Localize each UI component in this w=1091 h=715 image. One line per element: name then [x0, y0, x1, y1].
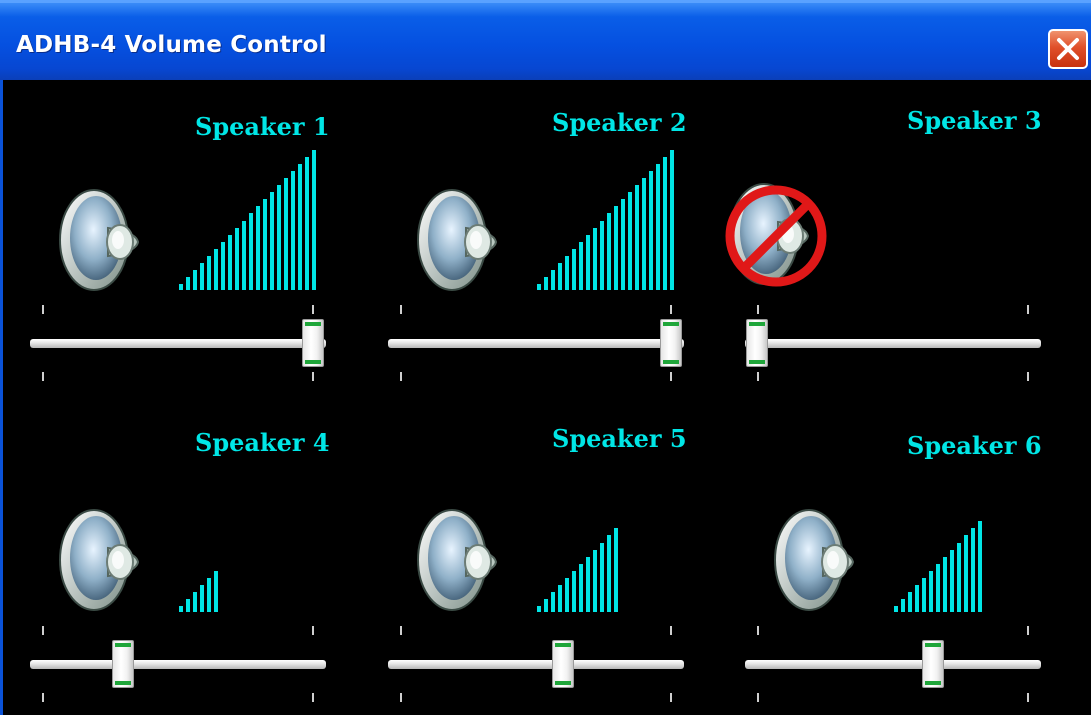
volume-level-bar [614, 528, 618, 612]
volume-level-bar [971, 528, 975, 612]
slider-tick [757, 693, 759, 702]
volume-level-bar [894, 606, 898, 612]
volume-level-bar [908, 591, 912, 612]
volume-level-bar [579, 241, 583, 290]
close-button[interactable] [1048, 29, 1088, 69]
speaker-label: Speaker 6 [907, 431, 1042, 460]
volume-slider-track[interactable] [30, 660, 326, 669]
volume-level-bar [544, 598, 548, 612]
volume-level-bar [544, 276, 548, 290]
speaker-icon[interactable] [765, 500, 855, 611]
volume-level-bar [207, 577, 211, 612]
slider-tick [1027, 372, 1029, 381]
slider-tick [42, 626, 44, 635]
volume-slider-thumb[interactable] [551, 640, 574, 688]
volume-level-bar [915, 584, 919, 612]
slider-tick [757, 372, 759, 381]
volume-slider-track[interactable] [745, 660, 1041, 669]
slider-tick [42, 693, 44, 702]
volume-level-bar [922, 577, 926, 612]
volume-level-bar [929, 570, 933, 612]
slider-tick [312, 372, 314, 381]
volume-level-bar [656, 164, 660, 290]
speaker-label: Speaker 3 [907, 106, 1042, 135]
volume-level-bar [978, 521, 982, 612]
volume-level-bar [964, 535, 968, 612]
slider-tick [400, 626, 402, 635]
volume-level-bar [586, 556, 590, 612]
volume-level-bar [600, 542, 604, 612]
volume-level-bar [179, 606, 183, 612]
volume-level-bar [600, 220, 604, 290]
slider-tick [670, 372, 672, 381]
slider-tick [670, 693, 672, 702]
volume-slider-thumb[interactable] [660, 319, 682, 367]
volume-level-bar [572, 570, 576, 612]
volume-level-bar [670, 150, 674, 290]
volume-level-bar [558, 262, 562, 290]
volume-level-bar [593, 549, 597, 612]
slider-tick [670, 626, 672, 635]
volume-level-bar [957, 542, 961, 612]
volume-level-bar [936, 563, 940, 612]
slider-tick [400, 372, 402, 381]
speaker-icon[interactable] [50, 500, 140, 611]
volume-level-bar [186, 598, 190, 612]
volume-level-bar [586, 234, 590, 290]
volume-level-bar [193, 591, 197, 612]
volume-slider-track[interactable] [30, 339, 326, 348]
speaker-panel-6: Speaker 6 [0, 0, 1042, 702]
muted-speaker-icon[interactable] [720, 174, 827, 287]
slider-tick [1027, 693, 1029, 702]
volume-slider-track[interactable] [388, 339, 684, 348]
volume-slider-thumb[interactable] [922, 640, 945, 688]
slider-tick [312, 626, 314, 635]
volume-level-bar [593, 227, 597, 290]
volume-slider-track[interactable] [745, 339, 1041, 348]
volume-level-bar [628, 192, 632, 290]
volume-control-window: ADHB-4 Volume Control Speaker 1 Speaker 2… [0, 0, 1091, 715]
volume-level-bar [200, 584, 204, 612]
slider-tick [1027, 305, 1029, 314]
speaker-label: Speaker 5 [552, 424, 687, 453]
close-icon [1057, 38, 1079, 60]
volume-level-bar [537, 606, 541, 612]
volume-level-bar [607, 213, 611, 290]
volume-level-bar [537, 284, 541, 290]
volume-level-bar [901, 598, 905, 612]
volume-level-bar [565, 255, 569, 290]
volume-slider-track[interactable] [388, 660, 684, 669]
volume-level-bar [551, 269, 555, 290]
volume-level-bar [649, 171, 653, 290]
volume-level-bar [943, 556, 947, 612]
volume-level-bar [572, 248, 576, 290]
slider-tick [400, 305, 402, 314]
volume-level-bar [614, 206, 618, 290]
slider-tick [400, 693, 402, 702]
speaker-label: Speaker 4 [195, 428, 330, 457]
volume-level-bar [551, 591, 555, 612]
volume-slider-thumb[interactable] [112, 640, 135, 688]
slider-tick [312, 693, 314, 702]
slider-tick [757, 305, 759, 314]
speaker-icon[interactable] [408, 500, 498, 611]
volume-level-bar [635, 185, 639, 290]
slider-tick [1027, 626, 1029, 635]
volume-level-bar [663, 157, 667, 290]
speaker-label: Speaker 2 [552, 108, 687, 137]
slider-tick [670, 305, 672, 314]
volume-slider-thumb[interactable] [746, 319, 768, 367]
slider-tick [42, 372, 44, 381]
volume-level-bar [607, 535, 611, 612]
volume-level-bar [642, 178, 646, 290]
volume-slider-thumb[interactable] [302, 319, 324, 367]
volume-level-bar [558, 584, 562, 612]
volume-level-bar [565, 577, 569, 612]
speaker-icon[interactable] [408, 180, 498, 291]
volume-level-bar [621, 199, 625, 290]
volume-level-bar [950, 549, 954, 612]
slider-tick [757, 626, 759, 635]
volume-level-bar [214, 570, 218, 612]
volume-level-bar [579, 563, 583, 612]
